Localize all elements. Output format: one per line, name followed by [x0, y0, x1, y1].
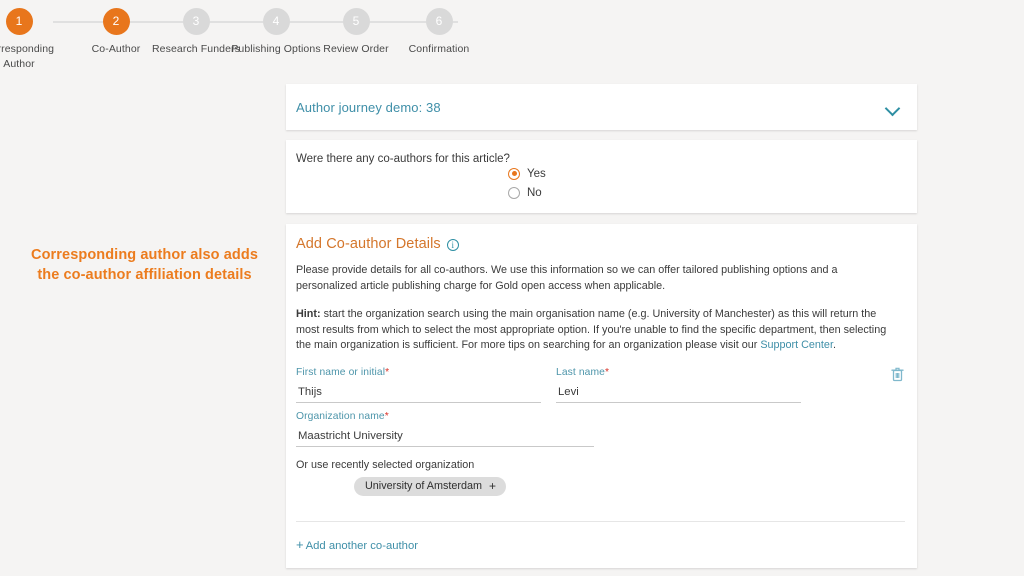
stepper-step-review-order[interactable]: 5 Review Order [310, 8, 402, 57]
recent-organization-chip-label: University of Amsterdam [365, 479, 482, 492]
annotation-callout: Corresponding author also adds the co-au… [31, 247, 258, 283]
stepper-step-publishing-options[interactable]: 4 Publishing Options [230, 8, 322, 57]
first-name-label-text: First name or initial [296, 366, 386, 378]
stepper-bubble-1: 1 [5, 8, 33, 35]
co-authors-radio-group[interactable]: Yes No [508, 164, 546, 202]
card-divider [296, 521, 905, 522]
radio-option-no[interactable]: No [508, 183, 546, 202]
stepper-step-co-author[interactable]: 2 Co-Author [70, 8, 162, 57]
stepper-step-research-funders[interactable]: 3 Research Funders [150, 8, 242, 57]
stepper-label-4: Publishing Options [231, 43, 321, 55]
radio-yes-input[interactable] [508, 167, 520, 180]
stepper-label-3: Research Funders [152, 43, 240, 55]
stepper-label-5: Review Order [323, 43, 389, 55]
last-name-required-marker: * [604, 366, 610, 378]
support-center-link[interactable]: Support Center [760, 339, 833, 351]
stepper-step-confirmation[interactable]: 6 Confirmation [393, 8, 485, 57]
organization-input[interactable] [296, 429, 594, 447]
author-journey-card[interactable]: Author journey demo: 38 [286, 84, 917, 130]
radio-option-yes[interactable]: Yes [508, 164, 546, 183]
add-co-author-details-card: Add Co-author Details i Please provide d… [286, 224, 917, 568]
first-name-input[interactable] [296, 385, 541, 403]
hint-label: Hint: [296, 308, 321, 320]
add-another-co-author-label: Add another co-author [305, 540, 419, 552]
stepper-bubble-6: 6 [425, 8, 453, 35]
last-name-label-text: Last name [556, 366, 605, 378]
details-title: Add Co-author Details [296, 236, 441, 252]
stepper-label-2: Co-Author [91, 43, 141, 55]
chevron-down-icon[interactable] [886, 103, 900, 112]
details-header: Add Co-author Details i [296, 236, 899, 252]
co-authors-question-label: Were there any co-authors for this artic… [296, 153, 510, 165]
organization-field-group: Organization name* [296, 411, 594, 447]
stepper-bubble-5: 5 [342, 8, 370, 35]
stepper-label-6: Confirmation [408, 43, 470, 55]
author-journey-title: Author journey demo: 38 [296, 99, 441, 115]
first-name-label: First name or initial* [296, 367, 541, 378]
stepper-bubble-2: 2 [102, 8, 130, 35]
hint-end: . [832, 339, 836, 351]
details-hint: Hint: start the organization search usin… [296, 307, 899, 354]
details-paragraph: Please provide details for all co-author… [296, 264, 838, 292]
stepper-label-1: Corresponding Author [0, 43, 55, 70]
recent-organization-chip[interactable]: University of Amsterdam + [354, 476, 507, 496]
radio-no-label: No [527, 186, 542, 199]
add-another-co-author-button[interactable]: + Add another co-author [296, 537, 418, 552]
info-icon[interactable]: i [446, 239, 459, 251]
plus-icon: + [489, 478, 497, 493]
last-name-label: Last name* [556, 367, 801, 378]
radio-no-input[interactable] [508, 186, 520, 199]
first-name-required-marker: * [385, 366, 390, 378]
co-author-fields: First name or initial* Last name* Organi… [296, 367, 904, 507]
organization-required-marker: * [384, 410, 389, 422]
stepper-bubble-4: 4 [262, 8, 290, 35]
stepper-step-corresponding-author[interactable]: 1 Corresponding Author [0, 8, 65, 71]
last-name-field-group: Last name* [556, 367, 801, 403]
radio-yes-label: Yes [527, 167, 546, 180]
organization-label: Organization name* [296, 411, 594, 422]
plus-icon: + [296, 537, 304, 552]
stepper-bubble-3: 3 [182, 8, 210, 35]
progress-stepper: 1 Corresponding Author 2 Co-Author 3 Res… [0, 0, 1024, 78]
first-name-field-group: First name or initial* [296, 367, 541, 403]
co-authors-question-card: Were there any co-authors for this artic… [286, 140, 917, 213]
organization-label-text: Organization name [296, 410, 385, 422]
trash-icon[interactable] [891, 367, 904, 382]
last-name-input[interactable] [556, 385, 801, 403]
recent-organization-label: Or use recently selected organization [296, 458, 475, 471]
